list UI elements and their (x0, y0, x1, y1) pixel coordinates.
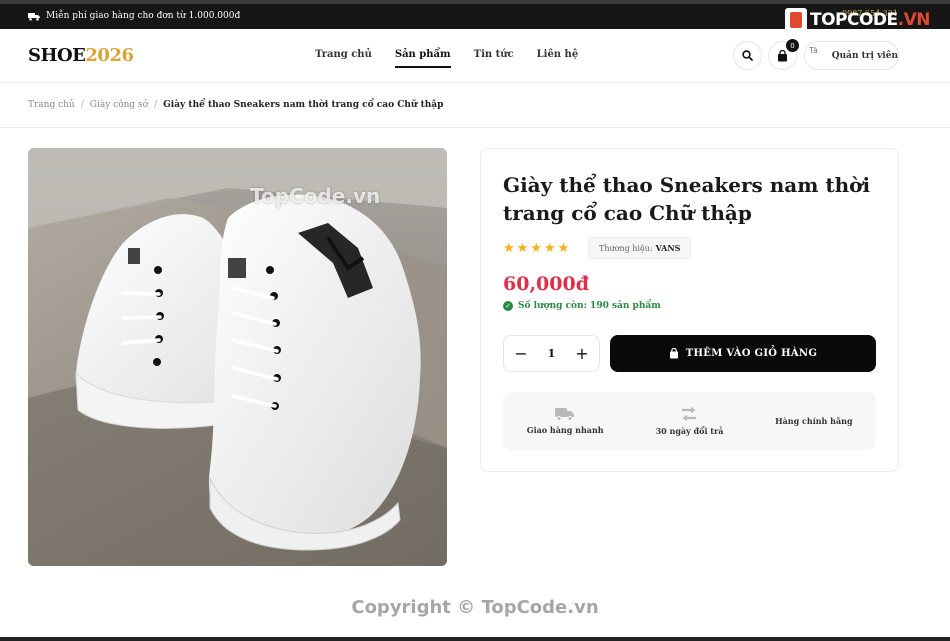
shopping-bag-icon (669, 348, 678, 359)
breadcrumb-category[interactable]: Giày công sở (90, 100, 148, 110)
star-icon: ★ (530, 241, 542, 256)
brand-label: Thương hiệu: (599, 243, 653, 253)
truck-icon (28, 12, 40, 21)
stock-status: ✓ Số lượng còn: 190 sản phẩm (503, 301, 661, 311)
star-icon: ★ (503, 241, 515, 256)
account-name: Quản trị viên (831, 50, 898, 61)
copyright-watermark: Copyright © TopCode.vn (351, 597, 599, 618)
truck-icon (555, 408, 575, 421)
product-title: Giày thể thao Sneakers nam thời trang cổ… (503, 173, 871, 225)
stock-text: Số lượng còn: 190 sản phẩm (518, 301, 661, 311)
add-to-cart-label: THÊM VÀO GIỎ HÀNG (685, 348, 818, 359)
nav-news[interactable]: Tin tức (474, 49, 514, 66)
watermark-logo-suffix: .VN (897, 10, 931, 30)
brand-main: SHOE (28, 45, 86, 66)
increase-quantity-button[interactable]: + (575, 344, 589, 363)
perks-bar: Giao hàng nhanh 30 ngày đổi trả Hàng chí… (503, 392, 876, 450)
site-logo[interactable]: SHOE2026 (28, 45, 134, 66)
breadcrumb-current: Giày thể thao Sneakers nam thời trang cổ… (163, 100, 444, 110)
cart-button[interactable]: 0 (768, 39, 799, 70)
star-icon: ★ (543, 241, 556, 256)
cart-count-badge: 0 (786, 39, 799, 52)
shopping-bag-icon (778, 49, 787, 61)
quantity-stepper: − 1 + (503, 335, 600, 372)
main-nav: Trang chủ Sản phẩm Tin tức Liên hệ (315, 49, 579, 68)
perk-label: Hàng chính hãng (775, 416, 853, 426)
decrease-quantity-button[interactable]: − (514, 344, 528, 363)
perk-label: 30 ngày đổi trả (655, 426, 724, 436)
watermark-center: TopCode.vn (250, 184, 381, 208)
breadcrumb: Trang chủ / Giày công sở / Giày thể thao… (0, 83, 950, 128)
perk-return: 30 ngày đổi trả (627, 392, 751, 450)
perk-label: Giao hàng nhanh (526, 425, 604, 435)
promo-text: Miễn phí giao hàng cho đơn từ 1.000.000đ (46, 11, 241, 21)
product-price: 60,000đ (503, 273, 590, 295)
rating-stars: ★ ★ ★ ★ ★ (503, 241, 569, 256)
add-to-cart-button[interactable]: THÊM VÀO GIỎ HÀNG (610, 335, 876, 372)
breadcrumb-home[interactable]: Trang chủ (28, 100, 75, 110)
product-info-card: Giày thể thao Sneakers nam thời trang cổ… (480, 148, 899, 472)
brand-value: VANS (655, 243, 681, 253)
product-image[interactable] (28, 148, 447, 566)
search-button[interactable] (733, 41, 762, 70)
breadcrumb-separator: / (154, 100, 158, 110)
search-icon (742, 50, 753, 61)
site-header: SHOE2026 Trang chủ Sản phẩm Tin tức Liên… (0, 29, 950, 83)
nav-products[interactable]: Sản phẩm (394, 49, 451, 68)
nav-contact[interactable]: Liên hệ (537, 49, 579, 66)
brand-badge: Thương hiệu: VANS (588, 237, 692, 259)
quantity-value[interactable]: 1 (548, 347, 556, 360)
check-circle-icon: ✓ (503, 301, 513, 311)
nav-home[interactable]: Trang chủ (315, 49, 372, 66)
exchange-icon (682, 406, 697, 422)
perk-authentic: Hàng chính hãng (752, 392, 876, 450)
watermark-logo-main: TOPCODE (809, 10, 898, 30)
breadcrumb-separator: / (80, 100, 84, 110)
brand-year: 2026 (85, 45, 134, 66)
star-icon: ★ (557, 241, 570, 256)
bottom-divider (0, 637, 950, 641)
promo-banner: Miễn phí giao hàng cho đơn từ 1.000.000đ (28, 11, 240, 21)
perk-fast-delivery: Giao hàng nhanh (503, 392, 627, 450)
account-menu[interactable]: Tà Quản trị viên (804, 41, 899, 70)
star-icon: ★ (516, 241, 529, 256)
avatar: Tà (809, 45, 818, 55)
